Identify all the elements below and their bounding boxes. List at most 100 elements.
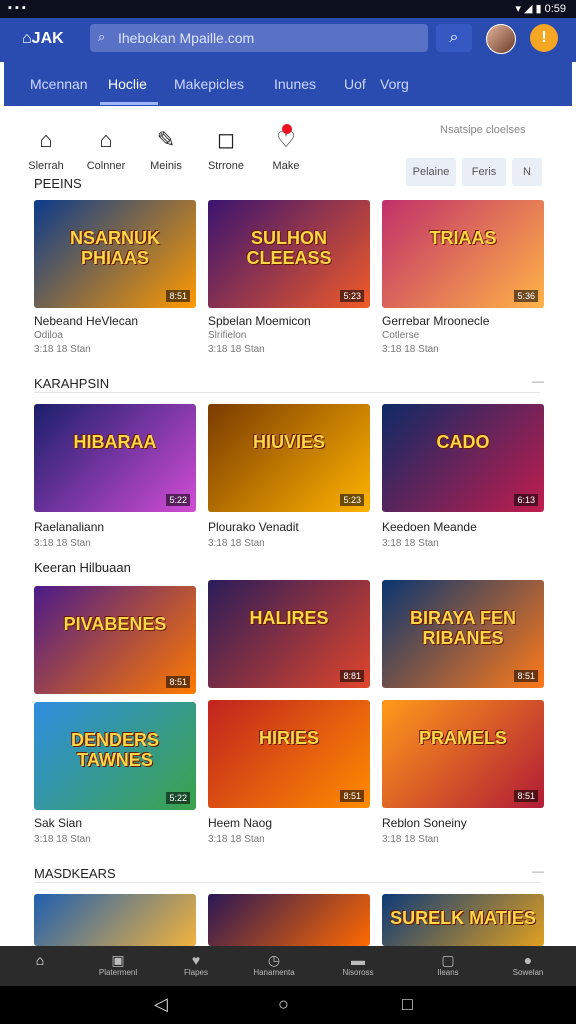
home-icon: ⌂ xyxy=(35,952,45,968)
quick-item-5[interactable]: ♡ Make xyxy=(262,124,310,172)
duration-badge: 8:51 xyxy=(340,790,364,802)
quick-item-1[interactable]: ⌂ Slerrah xyxy=(22,126,70,172)
heart-icon: ♥ xyxy=(191,952,201,968)
card-caption[interactable]: Plourako Venadit xyxy=(208,520,299,534)
notification-badge xyxy=(282,124,292,134)
card-caption[interactable]: Keedoen Meande xyxy=(382,520,477,534)
tab-bar: Mcennan Hoclie Makepicles Inunes Uof Vor… xyxy=(4,62,572,106)
collapse-icon[interactable]: — xyxy=(532,864,544,878)
user-icon: ● xyxy=(523,952,533,968)
card-meta: 3:18 18 Stan xyxy=(34,538,91,549)
video-card[interactable]: BIRAYA FEN RIBANES 8:51 xyxy=(382,580,544,688)
clock-icon: ◷ xyxy=(267,952,281,968)
card-channel: Slrifielon xyxy=(208,330,247,341)
section-title-1: PEEINS xyxy=(34,176,82,191)
thumb-title: SURELK MATIES xyxy=(390,908,536,928)
tab-1[interactable]: Mcennan xyxy=(30,76,88,92)
video-card[interactable]: DENDERS TAWNES 5:22 xyxy=(34,702,196,810)
card-caption[interactable]: Nebeand HeVlecan xyxy=(34,314,138,328)
filter-chip-3[interactable]: N xyxy=(512,158,542,186)
card-caption[interactable]: Raelanaliann xyxy=(34,520,104,534)
thumb-title: PIVABENES xyxy=(63,614,167,634)
section-title-4: MASDKEARS xyxy=(34,866,116,881)
thumb-title: CADO xyxy=(436,432,490,452)
quick-item-4[interactable]: ◻ Strrone xyxy=(202,126,250,172)
quick-label-3: Meinis xyxy=(150,160,182,172)
section-divider xyxy=(34,882,540,883)
section-title-2: KARAHPSIN xyxy=(34,376,110,391)
video-card[interactable] xyxy=(208,894,370,946)
filter-chip-1[interactable]: Pelaine xyxy=(406,158,456,186)
video-card[interactable]: SULHON CLEEASS 5:23 xyxy=(208,200,370,308)
search-icon: ⌕ xyxy=(449,29,459,46)
duration-badge: 8:51 xyxy=(514,670,538,682)
quick-item-3[interactable]: ✎ Meinis xyxy=(142,126,190,172)
duration-badge: 5:22 xyxy=(166,494,190,506)
search-button[interactable]: ⌕ xyxy=(436,24,472,52)
nav-item-3[interactable]: ♥ Flapes xyxy=(164,952,228,977)
card-caption[interactable]: Heem Naog xyxy=(208,816,272,830)
collapse-icon[interactable]: — xyxy=(532,374,544,388)
status-bar: ▪ ▪ ▪ ▾ ◢ ▮ 0:59 xyxy=(0,0,576,18)
recent-apps-icon[interactable]: □ xyxy=(402,994,413,1015)
thumb-title: HIBARAA xyxy=(73,432,157,452)
video-card[interactable]: PIVABENES 8:51 xyxy=(34,586,196,694)
app-header: ⌂JAK ⌕ Ihebokan Mpaille.com ⌕ ! xyxy=(0,18,576,62)
card-meta: 3:18 18 Stan xyxy=(208,538,265,549)
tab-6[interactable]: Vorg xyxy=(380,76,409,92)
tab-3[interactable]: Makepicles xyxy=(174,76,244,92)
nav-item-6[interactable]: ▢ Ileans xyxy=(416,952,480,977)
thumb-title: HALIRES xyxy=(249,608,329,628)
active-tab-indicator xyxy=(100,102,158,105)
thumb-title: NSARNUK PHIAAS xyxy=(70,228,160,268)
card-caption[interactable]: Reblon Soneiny xyxy=(382,816,467,830)
feature-link[interactable]: Nsatsipe cloelses xyxy=(440,124,526,136)
thumb-title: DENDERS TAWNES xyxy=(70,730,159,770)
card-caption[interactable]: Gerrebar Mroonecle xyxy=(382,314,489,328)
tab-2[interactable]: Hoclie xyxy=(108,76,147,92)
card-meta: 3:18 18 Stan xyxy=(34,834,91,845)
video-card[interactable]: NSARNUK PHIAAS 8:51 xyxy=(34,200,196,308)
tab-5[interactable]: Uof xyxy=(344,76,366,92)
search-small-icon: ⌕ xyxy=(98,29,106,44)
video-card[interactable] xyxy=(34,894,196,946)
home-circle-icon[interactable]: ○ xyxy=(278,994,289,1015)
video-card[interactable]: TRIAAS 5:36 xyxy=(382,200,544,308)
video-card[interactable]: HIRIES 8:51 xyxy=(208,700,370,808)
tab-4[interactable]: Inunes xyxy=(274,76,316,92)
video-card[interactable]: SURELK MATIES xyxy=(382,894,544,946)
nav-item-7[interactable]: ● Sowelan xyxy=(496,952,560,977)
media-icon: ✎ xyxy=(156,127,176,152)
app-logo[interactable]: ⌂JAK xyxy=(22,30,64,48)
card-caption[interactable]: Sak Sian xyxy=(34,816,82,830)
quick-item-2[interactable]: ⌂ Colnner xyxy=(82,126,130,172)
coin-icon[interactable]: ! xyxy=(530,24,558,52)
thumb-title: HIUVIES xyxy=(252,432,326,452)
section-divider xyxy=(34,392,540,393)
video-card[interactable]: HALIRES 8:81 xyxy=(208,580,370,688)
card-caption[interactable]: Spbelan Moemicon xyxy=(208,314,311,328)
duration-badge: 8:51 xyxy=(514,790,538,802)
system-nav-bar: ◁ ○ □ xyxy=(0,986,576,1024)
video-card[interactable]: PRAMELS 8:51 xyxy=(382,700,544,808)
search-input[interactable]: ⌕ Ihebokan Mpaille.com xyxy=(90,24,428,52)
avatar[interactable] xyxy=(486,24,516,54)
quick-label-5: Make xyxy=(272,160,300,172)
back-icon[interactable]: ◁ xyxy=(154,994,168,1015)
thumb-title: BIRAYA FEN RIBANES xyxy=(409,608,517,648)
card-channel: Cotlerse xyxy=(382,330,420,341)
video-card[interactable]: HIUVIES 5:23 xyxy=(208,404,370,512)
quick-label-4: Strrone xyxy=(207,160,245,172)
video-card[interactable]: HIBARAA 5:22 xyxy=(34,404,196,512)
nav-item-4[interactable]: ◷ Hanamenta xyxy=(242,952,306,977)
nav-item-2[interactable]: ▣ Platermenl xyxy=(86,952,150,977)
duration-badge: 8:81 xyxy=(340,670,364,682)
nav-home[interactable]: ⌂ xyxy=(8,952,72,968)
bottom-nav: ⌂ ▣ Platermenl ♥ Flapes ◷ Hanamenta ▬ Nisoro… xyxy=(0,946,576,986)
filter-chip-2[interactable]: Feris xyxy=(462,158,506,186)
duration-badge: 5:22 xyxy=(166,792,190,804)
nav-item-5[interactable]: ▬ Nisoross xyxy=(326,952,390,977)
quick-label-2: Colnner xyxy=(86,160,126,172)
video-card[interactable]: CADO 6:13 xyxy=(382,404,544,512)
nav-label: Flapes xyxy=(183,968,208,977)
